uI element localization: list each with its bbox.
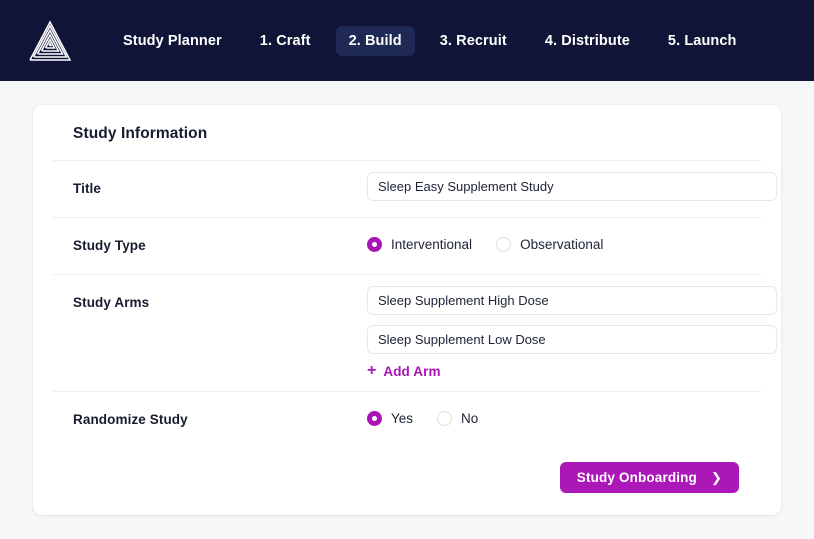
chevron-right-icon: ❯ — [710, 470, 722, 485]
label-randomize-study: Randomize Study — [73, 412, 188, 427]
study-arm-input-2[interactable] — [367, 325, 777, 354]
control-study-type: Interventional Observational — [367, 218, 761, 269]
study-onboarding-button[interactable]: Study Onboarding ❯ — [559, 462, 739, 493]
randomize-radio-group: Yes No — [367, 411, 739, 426]
study-arm-input-1[interactable] — [367, 286, 777, 315]
control-randomize-study: Yes No — [367, 392, 761, 443]
form-row-randomize-study: Randomize Study Yes No — [53, 392, 761, 448]
app-logo[interactable] — [27, 18, 73, 64]
nav-item-build[interactable]: 2. Build — [335, 25, 415, 56]
control-study-arms: + Add Arm — [367, 275, 799, 391]
plus-icon: + — [367, 362, 377, 379]
nav-item-recruit[interactable]: 3. Recruit — [427, 26, 520, 56]
radio-mark-observational[interactable] — [496, 237, 512, 252]
radio-option-randomize-yes[interactable]: Yes — [367, 411, 413, 426]
control-title — [367, 161, 799, 212]
radio-option-randomize-no[interactable]: No — [437, 411, 478, 426]
label-title: Title — [73, 181, 102, 196]
nav-item-distribute[interactable]: 4. Distribute — [532, 26, 643, 56]
add-arm-label: Add Arm — [383, 363, 441, 379]
study-onboarding-label: Study Onboarding — [576, 470, 697, 485]
radio-label-interventional: Interventional — [391, 237, 473, 252]
study-information-card: Study Information Title Study Type Inter… — [33, 105, 781, 515]
form-row-study-arms: Study Arms + Add Arm — [53, 275, 777, 391]
top-navigation-bar: Study Planner 1. Craft 2. Build 3. Recru… — [0, 0, 814, 81]
form-row-study-type: Study Type Interventional Observational — [53, 218, 761, 274]
spiral-triangle-logo-icon — [29, 19, 72, 61]
page-title: Study Information — [73, 125, 208, 142]
radio-label-yes: Yes — [391, 411, 414, 426]
add-arm-button[interactable]: + Add Arm — [367, 363, 441, 379]
main-nav-items: Study Planner 1. Craft 2. Build 3. Recru… — [110, 25, 750, 56]
radio-mark-no[interactable] — [437, 411, 453, 426]
nav-item-launch[interactable]: 5. Launch — [655, 26, 750, 56]
form-row-title: Title — [53, 161, 777, 217]
label-study-arms: Study Arms — [73, 295, 150, 310]
label-study-type: Study Type — [73, 238, 146, 253]
radio-mark-interventional[interactable] — [367, 237, 382, 252]
study-type-radio-group: Interventional Observational — [367, 237, 739, 252]
page-body: Study Information Title Study Type Inter… — [0, 81, 814, 539]
radio-option-interventional[interactable]: Interventional — [367, 237, 472, 252]
nav-item-study-planner[interactable]: Study Planner — [110, 26, 235, 56]
card-footer: Study Onboarding ❯ — [53, 448, 761, 515]
radio-label-no: No — [461, 411, 479, 426]
radio-option-observational[interactable]: Observational — [496, 237, 603, 252]
nav-item-craft[interactable]: 1. Craft — [247, 26, 324, 56]
radio-label-observational: Observational — [520, 237, 604, 252]
title-input[interactable] — [367, 172, 777, 201]
radio-mark-yes[interactable] — [367, 411, 382, 426]
